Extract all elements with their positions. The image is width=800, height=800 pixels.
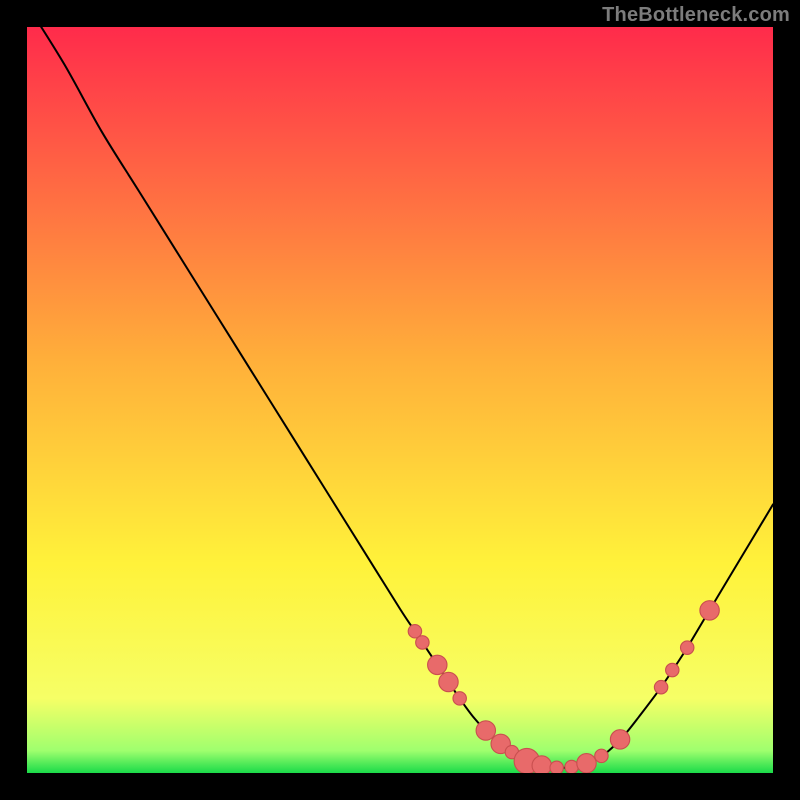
data-marker [428, 655, 447, 674]
data-marker [565, 760, 578, 773]
data-marker [654, 680, 667, 693]
data-marker [610, 730, 629, 749]
data-marker [416, 636, 429, 649]
data-marker [700, 601, 719, 620]
data-marker [680, 641, 693, 654]
gradient-background [27, 27, 773, 773]
data-marker [476, 721, 495, 740]
data-marker [532, 756, 551, 773]
data-marker [666, 663, 679, 676]
data-marker [453, 692, 466, 705]
data-marker [439, 672, 458, 691]
data-marker [550, 761, 563, 773]
bottleneck-chart [27, 27, 773, 773]
attribution-label: TheBottleneck.com [602, 4, 790, 27]
data-marker [595, 749, 608, 762]
chart-svg [27, 27, 773, 773]
data-marker [577, 754, 596, 773]
